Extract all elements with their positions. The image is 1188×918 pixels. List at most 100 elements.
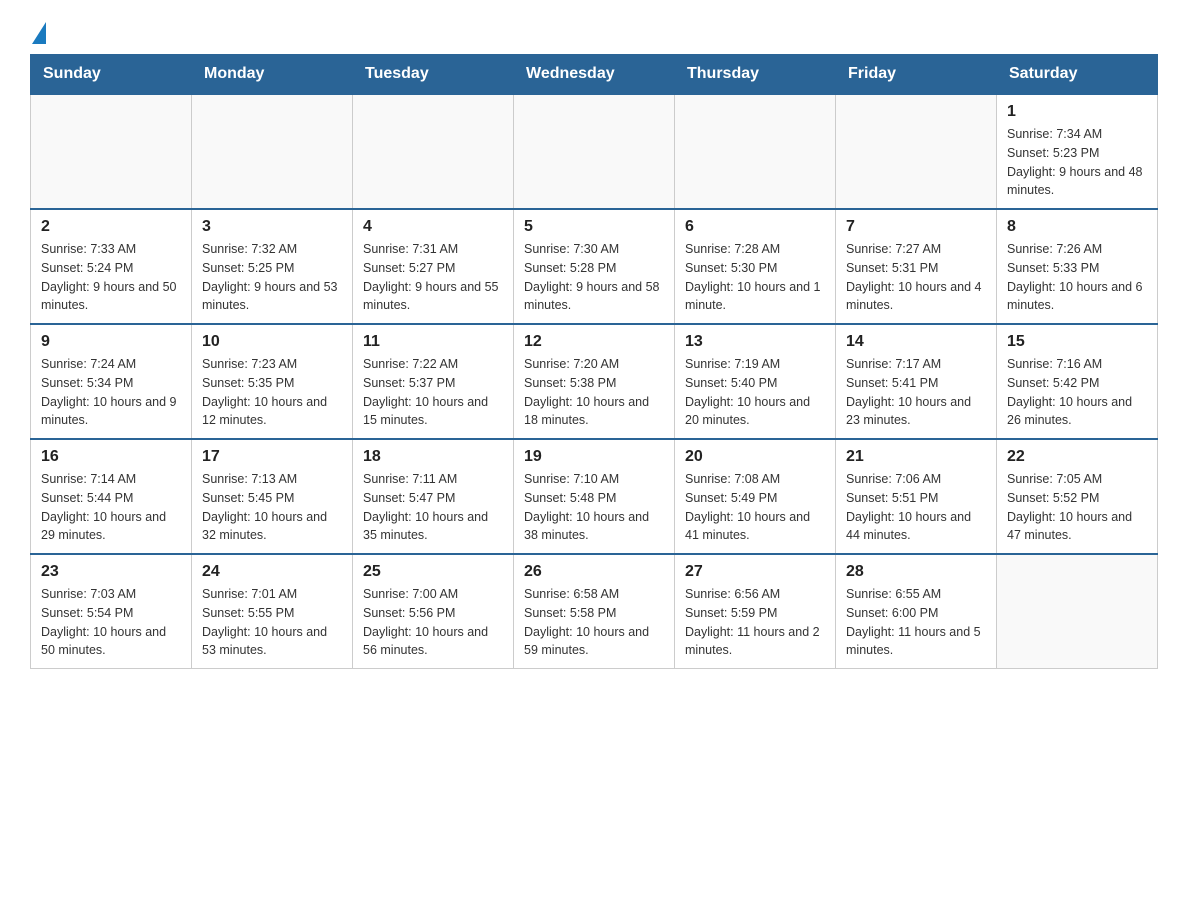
calendar-cell: 20 Sunrise: 7:08 AM Sunset: 5:49 PM Dayli… (675, 439, 836, 554)
day-info: Sunrise: 7:34 AM Sunset: 5:23 PM Dayligh… (1007, 125, 1147, 200)
calendar-week-row: 9 Sunrise: 7:24 AM Sunset: 5:34 PM Daylig… (31, 324, 1158, 439)
day-info: Sunrise: 7:32 AM Sunset: 5:25 PM Dayligh… (202, 240, 342, 315)
calendar-cell: 27 Sunrise: 6:56 AM Sunset: 5:59 PM Dayli… (675, 554, 836, 669)
calendar-cell: 8 Sunrise: 7:26 AM Sunset: 5:33 PM Daylig… (997, 209, 1158, 324)
day-of-week-header: Tuesday (353, 55, 514, 95)
day-number: 10 (202, 333, 342, 351)
logo (30, 20, 46, 44)
calendar-cell (192, 94, 353, 209)
day-number: 23 (41, 563, 181, 581)
calendar-cell: 17 Sunrise: 7:13 AM Sunset: 5:45 PM Dayli… (192, 439, 353, 554)
day-number: 12 (524, 333, 664, 351)
day-info: Sunrise: 6:56 AM Sunset: 5:59 PM Dayligh… (685, 585, 825, 660)
day-number: 9 (41, 333, 181, 351)
day-number: 3 (202, 218, 342, 236)
day-number: 27 (685, 563, 825, 581)
day-info: Sunrise: 7:31 AM Sunset: 5:27 PM Dayligh… (363, 240, 503, 315)
day-info: Sunrise: 7:14 AM Sunset: 5:44 PM Dayligh… (41, 470, 181, 545)
calendar-cell: 1 Sunrise: 7:34 AM Sunset: 5:23 PM Daylig… (997, 94, 1158, 209)
calendar-cell: 21Sunrise: 7:06 AM Sunset: 5:51 PM Dayli… (836, 439, 997, 554)
day-info: Sunrise: 7:01 AM Sunset: 5:55 PM Dayligh… (202, 585, 342, 660)
day-number: 26 (524, 563, 664, 581)
day-number: 19 (524, 448, 664, 466)
day-info: Sunrise: 7:28 AM Sunset: 5:30 PM Dayligh… (685, 240, 825, 315)
day-info: Sunrise: 7:10 AM Sunset: 5:48 PM Dayligh… (524, 470, 664, 545)
calendar-cell: 14 Sunrise: 7:17 AM Sunset: 5:41 PM Dayli… (836, 324, 997, 439)
calendar-cell: 24 Sunrise: 7:01 AM Sunset: 5:55 PM Dayli… (192, 554, 353, 669)
day-number: 6 (685, 218, 825, 236)
day-info: Sunrise: 7:06 AM Sunset: 5:51 PM Dayligh… (846, 470, 986, 545)
day-info: Sunrise: 7:19 AM Sunset: 5:40 PM Dayligh… (685, 355, 825, 430)
day-info: Sunrise: 6:58 AM Sunset: 5:58 PM Dayligh… (524, 585, 664, 660)
calendar-cell: 25 Sunrise: 7:00 AM Sunset: 5:56 PM Dayli… (353, 554, 514, 669)
calendar-cell: 10 Sunrise: 7:23 AM Sunset: 5:35 PM Dayli… (192, 324, 353, 439)
day-number: 11 (363, 333, 503, 351)
day-number: 24 (202, 563, 342, 581)
day-number: 1 (1007, 103, 1147, 121)
calendar-cell: 2 Sunrise: 7:33 AM Sunset: 5:24 PM Daylig… (31, 209, 192, 324)
calendar-cell: 19 Sunrise: 7:10 AM Sunset: 5:48 PM Dayli… (514, 439, 675, 554)
day-of-week-header: Monday (192, 55, 353, 95)
calendar-cell: 26 Sunrise: 6:58 AM Sunset: 5:58 PM Dayli… (514, 554, 675, 669)
day-info: Sunrise: 7:30 AM Sunset: 5:28 PM Dayligh… (524, 240, 664, 315)
day-number: 28 (846, 563, 986, 581)
day-of-week-header: Sunday (31, 55, 192, 95)
calendar-cell: 16 Sunrise: 7:14 AM Sunset: 5:44 PM Dayli… (31, 439, 192, 554)
day-number: 25 (363, 563, 503, 581)
day-info: Sunrise: 7:11 AM Sunset: 5:47 PM Dayligh… (363, 470, 503, 545)
day-info: Sunrise: 7:08 AM Sunset: 5:49 PM Dayligh… (685, 470, 825, 545)
day-info: Sunrise: 7:20 AM Sunset: 5:38 PM Dayligh… (524, 355, 664, 430)
day-number: 14 (846, 333, 986, 351)
calendar-cell: 18 Sunrise: 7:11 AM Sunset: 5:47 PM Dayli… (353, 439, 514, 554)
calendar-cell: 5 Sunrise: 7:30 AM Sunset: 5:28 PM Daylig… (514, 209, 675, 324)
day-number: 4 (363, 218, 503, 236)
calendar-cell (31, 94, 192, 209)
calendar-week-row: 2 Sunrise: 7:33 AM Sunset: 5:24 PM Daylig… (31, 209, 1158, 324)
day-info: Sunrise: 7:27 AM Sunset: 5:31 PM Dayligh… (846, 240, 986, 315)
calendar-cell: 12 Sunrise: 7:20 AM Sunset: 5:38 PM Dayli… (514, 324, 675, 439)
day-number: 18 (363, 448, 503, 466)
calendar-cell: 4 Sunrise: 7:31 AM Sunset: 5:27 PM Daylig… (353, 209, 514, 324)
calendar-cell: 11 Sunrise: 7:22 AM Sunset: 5:37 PM Dayli… (353, 324, 514, 439)
calendar-cell: 3 Sunrise: 7:32 AM Sunset: 5:25 PM Daylig… (192, 209, 353, 324)
calendar-cell: 6 Sunrise: 7:28 AM Sunset: 5:30 PM Daylig… (675, 209, 836, 324)
day-info: Sunrise: 7:13 AM Sunset: 5:45 PM Dayligh… (202, 470, 342, 545)
calendar-cell: 28Sunrise: 6:55 AM Sunset: 6:00 PM Dayli… (836, 554, 997, 669)
calendar-cell (675, 94, 836, 209)
calendar-table: SundayMondayTuesdayWednesdayThursdayFrid… (30, 54, 1158, 669)
calendar-cell: 22Sunrise: 7:05 AM Sunset: 5:52 PM Dayli… (997, 439, 1158, 554)
day-info: Sunrise: 7:23 AM Sunset: 5:35 PM Dayligh… (202, 355, 342, 430)
day-number: 16 (41, 448, 181, 466)
day-of-week-header: Friday (836, 55, 997, 95)
day-number: 20 (685, 448, 825, 466)
day-of-week-header: Thursday (675, 55, 836, 95)
logo-triangle-icon (32, 22, 46, 44)
day-info: Sunrise: 7:22 AM Sunset: 5:37 PM Dayligh… (363, 355, 503, 430)
calendar-week-row: 23 Sunrise: 7:03 AM Sunset: 5:54 PM Dayli… (31, 554, 1158, 669)
day-info: Sunrise: 7:26 AM Sunset: 5:33 PM Dayligh… (1007, 240, 1147, 315)
calendar-cell (997, 554, 1158, 669)
calendar-cell: 13Sunrise: 7:19 AM Sunset: 5:40 PM Dayli… (675, 324, 836, 439)
calendar-cell (353, 94, 514, 209)
day-info: Sunrise: 7:16 AM Sunset: 5:42 PM Dayligh… (1007, 355, 1147, 430)
calendar-week-row: 16 Sunrise: 7:14 AM Sunset: 5:44 PM Dayli… (31, 439, 1158, 554)
calendar-cell (836, 94, 997, 209)
day-number: 5 (524, 218, 664, 236)
day-info: Sunrise: 7:05 AM Sunset: 5:52 PM Dayligh… (1007, 470, 1147, 545)
calendar-week-row: 1 Sunrise: 7:34 AM Sunset: 5:23 PM Daylig… (31, 94, 1158, 209)
day-info: Sunrise: 7:00 AM Sunset: 5:56 PM Dayligh… (363, 585, 503, 660)
day-info: Sunrise: 7:24 AM Sunset: 5:34 PM Dayligh… (41, 355, 181, 430)
day-info: Sunrise: 7:03 AM Sunset: 5:54 PM Dayligh… (41, 585, 181, 660)
day-number: 7 (846, 218, 986, 236)
day-info: Sunrise: 7:33 AM Sunset: 5:24 PM Dayligh… (41, 240, 181, 315)
calendar-cell: 15Sunrise: 7:16 AM Sunset: 5:42 PM Dayli… (997, 324, 1158, 439)
day-number: 2 (41, 218, 181, 236)
day-of-week-header: Wednesday (514, 55, 675, 95)
day-number: 17 (202, 448, 342, 466)
day-of-week-header: Saturday (997, 55, 1158, 95)
day-number: 8 (1007, 218, 1147, 236)
calendar-cell: 23 Sunrise: 7:03 AM Sunset: 5:54 PM Dayli… (31, 554, 192, 669)
day-info: Sunrise: 7:17 AM Sunset: 5:41 PM Dayligh… (846, 355, 986, 430)
calendar-header-row: SundayMondayTuesdayWednesdayThursdayFrid… (31, 55, 1158, 95)
calendar-cell: 7 Sunrise: 7:27 AM Sunset: 5:31 PM Daylig… (836, 209, 997, 324)
